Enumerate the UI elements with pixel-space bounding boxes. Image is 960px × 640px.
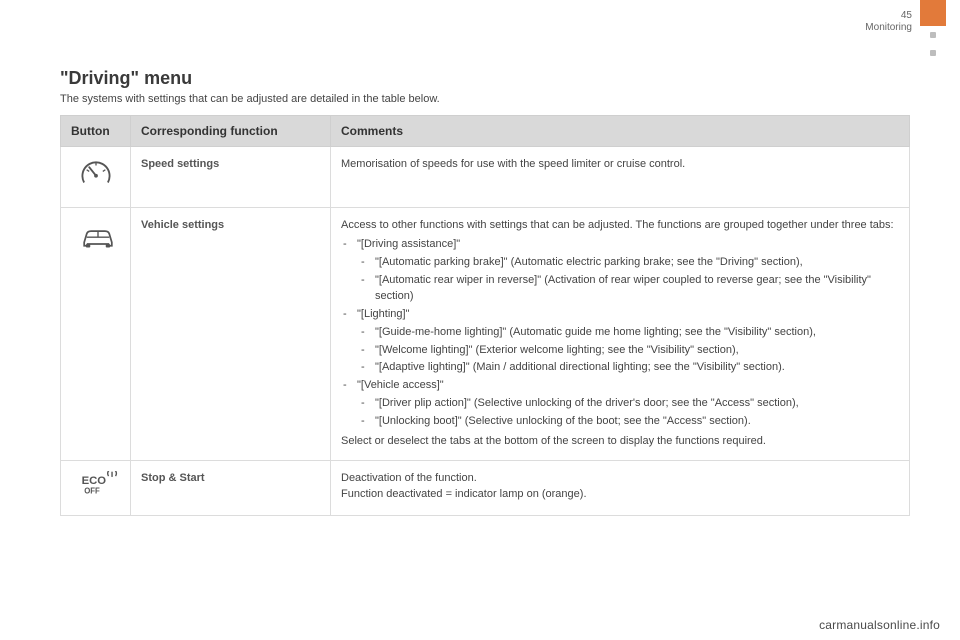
group-label: "[Vehicle access]" xyxy=(357,379,444,391)
section-name: Monitoring xyxy=(865,22,912,34)
sub-item: "[Automatic rear wiper in reverse]" (Act… xyxy=(357,273,899,305)
dot-icon xyxy=(930,50,936,56)
group-subitems: "[Driver plip action]" (Selective unlock… xyxy=(357,396,899,430)
group-label: "[Lighting]" xyxy=(357,308,409,320)
sub-item: "[Driver plip action]" (Selective unlock… xyxy=(357,396,899,412)
svg-text:OFF: OFF xyxy=(84,487,100,496)
comments-outro: Select or deselect the tabs at the botto… xyxy=(341,434,899,450)
table-row: ECO OFF Stop & Start Deactivation of the… xyxy=(61,461,910,516)
group-item: "[Vehicle access]" "[Driver plip action]… xyxy=(341,378,899,430)
intro-text: The systems with settings that can be ad… xyxy=(60,93,910,105)
settings-table: Button Corresponding function Comments xyxy=(60,115,910,516)
sub-item: "[Automatic parking brake]" (Automatic e… xyxy=(357,255,899,271)
button-icon-cell xyxy=(61,207,131,460)
col-button: Button xyxy=(61,116,131,147)
car-icon xyxy=(79,224,113,258)
table-header-row: Button Corresponding function Comments xyxy=(61,116,910,147)
function-name: Vehicle settings xyxy=(131,207,331,460)
button-icon-cell: ECO OFF xyxy=(61,461,131,516)
dot-icon xyxy=(930,32,936,38)
group-label: "[Driving assistance]" xyxy=(357,238,460,250)
svg-text:ECO: ECO xyxy=(81,475,106,487)
comments-cell: Access to other functions with settings … xyxy=(331,207,910,460)
inactive-section-tab xyxy=(920,44,946,62)
page-number: 45 xyxy=(865,10,912,22)
settings-groups: "[Driving assistance]" "[Automatic parki… xyxy=(341,237,899,430)
page: 45 Monitoring "Driving" menu The systems… xyxy=(0,0,960,640)
comments-intro: Access to other functions with settings … xyxy=(341,218,899,234)
table-row: Speed settings Memorisation of speeds fo… xyxy=(61,147,910,208)
col-function: Corresponding function xyxy=(131,116,331,147)
comments-cell: Memorisation of speeds for use with the … xyxy=(331,147,910,208)
active-section-tab xyxy=(920,0,946,26)
group-item: "[Lighting]" "[Guide-me-home lighting]" … xyxy=(341,307,899,377)
group-subitems: "[Automatic parking brake]" (Automatic e… xyxy=(357,255,899,305)
button-icon-cell xyxy=(61,147,131,208)
comments-cell: Deactivation of the function. Function d… xyxy=(331,461,910,516)
comments-line: Function deactivated = indicator lamp on… xyxy=(341,487,899,503)
sub-item: "[Unlocking boot]" (Selective unlocking … xyxy=(357,414,899,430)
function-name: Stop & Start xyxy=(131,461,331,516)
stop-start-off-icon: ECO OFF xyxy=(79,471,113,505)
inactive-section-tab xyxy=(920,26,946,44)
page-side-tabs xyxy=(920,0,946,62)
group-subitems: "[Guide-me-home lighting]" (Automatic gu… xyxy=(357,325,899,377)
function-name: Speed settings xyxy=(131,147,331,208)
speedometer-icon xyxy=(79,157,113,191)
comments-line: Deactivation of the function. xyxy=(341,471,899,487)
watermark-footer: carmanualsonline.info xyxy=(819,618,940,632)
group-item: "[Driving assistance]" "[Automatic parki… xyxy=(341,237,899,305)
table-row: Vehicle settings Access to other functio… xyxy=(61,207,910,460)
page-header: 45 Monitoring xyxy=(865,10,912,33)
sub-item: "[Welcome lighting]" (Exterior welcome l… xyxy=(357,343,899,359)
page-title: "Driving" menu xyxy=(60,68,910,89)
sub-item: "[Adaptive lighting]" (Main / additional… xyxy=(357,360,899,376)
sub-item: "[Guide-me-home lighting]" (Automatic gu… xyxy=(357,325,899,341)
col-comments: Comments xyxy=(331,116,910,147)
